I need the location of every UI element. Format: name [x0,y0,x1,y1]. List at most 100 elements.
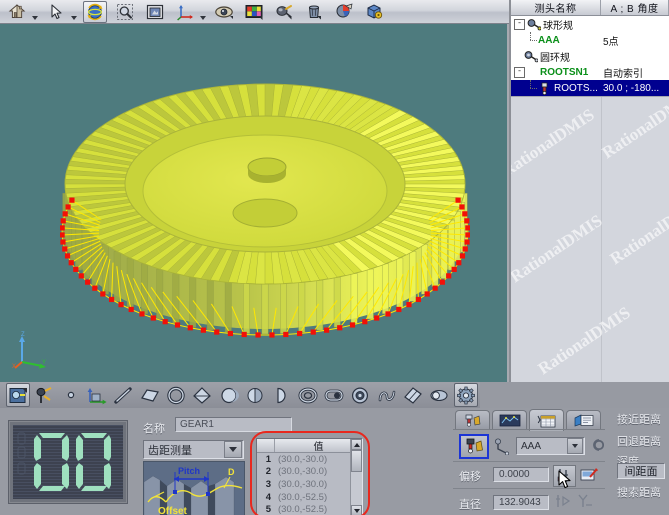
diameter-input[interactable]: 132.9043 [493,495,549,510]
chevron-down-icon[interactable] [567,438,583,454]
diameter-tool2-icon[interactable] [577,493,594,509]
retract-distance-label: 回退距离 [617,433,661,449]
probe-tip-icon [538,82,552,95]
motion-parameters: 接近距离 回退距离 深度 间距面 搜索距离 [607,408,669,515]
select-arrow-icon[interactable] [44,1,68,23]
list-item[interactable]: 1 (30.0,-30.0) [257,453,362,466]
3d-viewport[interactable]: Z Y X [0,24,509,382]
tree-row-value: 5点 [601,33,669,48]
torus-icon[interactable] [427,383,451,407]
watermark: RationalDMIS [599,87,669,163]
tree-row-value: 30.0 ; -180... [601,83,669,94]
paint-icon[interactable] [332,1,356,23]
offset-edit-button[interactable] [578,465,599,484]
probe-sphere-icon [527,18,541,31]
trash-icon[interactable] [302,1,326,23]
axis-icon[interactable] [173,1,197,23]
value-list[interactable]: 值 1 (30.0,-30.0) 2 (30.0,-30.0) 3 (30.0,… [256,438,363,515]
plane-icon[interactable] [138,383,162,407]
offset-input[interactable]: 0.0000 [493,467,549,482]
counter-display: 00 [8,420,128,504]
dropdown-arrow-3[interactable] [198,0,207,24]
measure-feature-icon[interactable] [6,383,30,407]
home-icon[interactable] [5,1,29,23]
tree-row-sphere-gauge[interactable]: - 球形规 [511,16,669,32]
cone-icon[interactable] [190,383,214,407]
tab-table[interactable] [529,409,564,431]
zoom-box-icon[interactable] [113,1,137,23]
dropdown-arrow-1[interactable] [30,0,39,24]
name-label: 名称 [143,420,165,436]
probe-name-combo[interactable]: AAA [516,437,585,455]
surface-icon[interactable] [401,383,425,407]
halfcircle-icon[interactable] [269,383,293,407]
probe-tree-panel: 测头名称 A ; B 角度 - 球形规 AAA [511,0,669,382]
measure-probe-icon[interactable] [272,1,296,23]
value-list-header-index [257,439,275,452]
watermark: RationalDMIS [511,105,598,181]
cone2-icon[interactable] [243,383,267,407]
refresh-link-icon[interactable] [588,437,604,453]
list-item-index: 5 [257,504,275,515]
sphere-icon[interactable] [217,383,241,407]
tree-row-ring-gauge[interactable]: 圆环规 [511,48,669,64]
slot-icon[interactable] [322,383,346,407]
curve-icon[interactable] [375,383,399,407]
list-item[interactable]: 4 (30.0,-52.5) [257,491,362,504]
dropdown-arrow-2[interactable] [69,0,78,24]
value-list-header-value[interactable]: 值 [275,439,362,452]
tree-header: 测头名称 A ; B 角度 [511,0,669,16]
list-item-index: 4 [257,492,275,503]
gear-icon[interactable] [454,383,478,407]
scroll-down-button[interactable] [351,505,362,515]
depth-input[interactable]: 间距面 [617,463,665,479]
mouse-cursor [558,470,574,490]
list-item[interactable]: 3 (30.0,-30.0) [257,478,362,491]
diameter-label: 直径 [459,496,481,512]
pitch-label: Pitch [178,466,200,476]
tree-twisty[interactable]: - [514,67,525,78]
offset-label: Offset [158,506,188,515]
search-distance-label: 搜索距离 [617,484,661,500]
line-icon[interactable] [111,383,135,407]
svg-text:Y: Y [42,360,46,366]
construct-icon[interactable] [32,383,56,407]
tree-row-rootsn1[interactable]: - ROOTSN1 自动索引 [511,64,669,80]
circle-icon[interactable] [164,383,188,407]
measurement-mode-value: 齿距测量 [144,442,224,458]
settings-cube-icon[interactable] [362,1,386,23]
color-palette-icon[interactable] [242,1,266,23]
svg-text:Z: Z [21,332,25,338]
name-input[interactable]: GEAR1 [175,417,292,432]
tab-probe[interactable] [455,410,490,430]
value-list-header: 值 [257,439,362,453]
tree-twisty[interactable]: - [514,19,525,30]
probe-secondary-icon[interactable] [493,436,513,456]
list-item[interactable]: 2 (30.0,-30.0) [257,466,362,479]
tree-row-label: AAA [538,35,560,46]
tree-row-roots-selected[interactable]: ROOTS... 30.0 ; -180... [511,80,669,96]
tab-report[interactable] [566,410,601,430]
point-icon[interactable] [59,383,83,407]
watermark: RationalDMIS [511,211,606,287]
eye-view-icon[interactable] [212,1,236,23]
measurement-mode-combo[interactable]: 齿距测量 [143,440,244,459]
rotate-view-icon[interactable] [83,1,107,23]
coordinate-icon[interactable] [85,383,109,407]
chevron-down-icon[interactable] [224,441,242,458]
main-toolbar [0,0,509,24]
tree-row-aaa[interactable]: AAA 5点 [511,32,669,48]
value-list-scrollbar[interactable] [350,439,362,515]
tree-header-angle[interactable]: A ; B 角度 [601,0,669,15]
tree-header-name[interactable]: 测头名称 [511,0,601,15]
diameter-tool-icon[interactable] [555,493,572,509]
gear-model [60,79,470,341]
scroll-thumb[interactable] [351,450,362,472]
ring-icon[interactable] [296,383,320,407]
tab-graph[interactable] [492,410,527,430]
probe-select-button[interactable] [459,434,489,459]
list-item[interactable]: 5 (30.0,-52.5) [257,503,362,515]
fit-window-icon[interactable] [143,1,167,23]
scroll-up-button[interactable] [351,439,362,450]
cylinder-icon[interactable] [348,383,372,407]
